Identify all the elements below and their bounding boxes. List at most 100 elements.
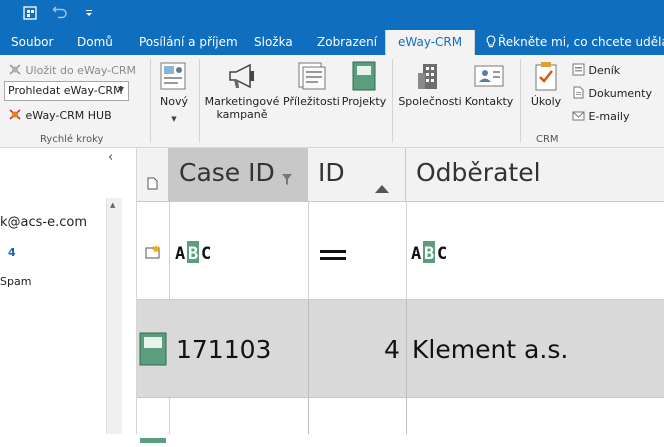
save-to-eway-label: Uložit do eWay-CRM — [25, 64, 136, 77]
customize-qat-icon[interactable] — [84, 8, 94, 21]
email-icon — [572, 109, 585, 125]
companies-label: Společnosti — [398, 95, 462, 108]
tell-me-box[interactable]: Řekněte mi, co chcete udělat... — [486, 35, 664, 51]
records-grid: Case ID ID Odběratel ABC ABC 171103 4 Kl… — [137, 148, 664, 443]
new-button[interactable]: Nový ▼ — [155, 61, 193, 126]
column-header-customer[interactable]: Odběratel — [406, 148, 664, 202]
document-icon — [147, 167, 158, 196]
chevron-down-icon: ▼ — [117, 85, 124, 94]
save-to-eway-button[interactable]: Uložit do eWay-CRM — [8, 63, 136, 79]
svg-text:C: C — [201, 244, 211, 264]
opportunities-label: Příležitosti — [283, 95, 340, 108]
ribbon-separator — [392, 59, 393, 143]
tasks-button[interactable]: Úkoly — [526, 61, 566, 108]
column-header-id[interactable]: ID — [308, 148, 406, 202]
marketing-campaigns-button[interactable]: Marketingové kampaně — [203, 61, 281, 121]
opportunities-icon — [295, 61, 327, 91]
search-eway-value: Prohledat eWay-CRM — [8, 84, 123, 97]
marketing-line1: Marketingové — [204, 95, 280, 108]
svg-text:B: B — [424, 244, 434, 264]
group-label-quick-steps: Rychlé kroky — [40, 134, 104, 145]
tab-domu[interactable]: Domů — [77, 35, 113, 49]
contacts-button[interactable]: Kontakty — [463, 61, 515, 108]
journal-label: Deník — [588, 64, 621, 77]
hub-icon — [8, 108, 22, 124]
ribbon-separator — [150, 59, 151, 143]
header-doc-column[interactable] — [137, 148, 169, 202]
account-email[interactable]: k@acs-e.com — [0, 215, 87, 230]
column-header-case-id[interactable]: Case ID — [169, 148, 308, 202]
collapse-pane-icon[interactable]: ‹ — [108, 150, 113, 165]
group-label-crm: CRM — [536, 134, 559, 145]
ribbon: Uložit do eWay-CRM Prohledat eWay-CRM ▼ … — [0, 55, 664, 148]
filter-customer-text-icon[interactable]: ABC — [411, 240, 451, 268]
svg-text:B: B — [188, 244, 198, 264]
svg-text:A: A — [175, 244, 185, 264]
app-icon[interactable] — [22, 5, 38, 25]
project-icon — [139, 332, 167, 370]
save-icon — [8, 63, 22, 79]
document-icon — [572, 86, 585, 102]
new-label: Nový — [160, 95, 188, 108]
svg-text:C: C — [437, 244, 447, 264]
documents-label: Dokumenty — [588, 87, 652, 100]
folder-pane: ‹ k@acs-e.com 4 Spam ▲ — [0, 148, 137, 434]
lightbulb-icon — [486, 35, 496, 51]
emails-label: E-maily — [588, 110, 630, 123]
eway-hub-button[interactable]: eWay-CRM HUB — [8, 108, 112, 124]
ribbon-separator — [520, 59, 521, 143]
grid-divider — [406, 300, 407, 434]
tab-zobrazeni[interactable]: Zobrazení — [317, 35, 377, 49]
emails-button[interactable]: E-maily — [572, 109, 630, 125]
search-eway-dropdown[interactable]: Prohledat eWay-CRM ▼ — [4, 81, 129, 101]
project-icon — [348, 61, 380, 91]
project-icon — [139, 428, 167, 447]
task-clipboard-icon — [530, 61, 562, 91]
tasks-label: Úkoly — [530, 95, 562, 108]
table-row[interactable]: 171103 4 Klement a.s. — [137, 300, 664, 398]
eway-hub-label: eWay-CRM HUB — [25, 109, 112, 122]
tab-slozka[interactable]: Složka — [254, 35, 293, 49]
contact-card-icon — [473, 61, 505, 91]
new-row-icon — [145, 244, 161, 263]
title-bar — [0, 0, 664, 30]
cell-case-id: 171103 — [176, 335, 272, 364]
tell-me-text: Řekněte mi, co chcete udělat... — [498, 35, 664, 49]
undo-icon[interactable] — [52, 5, 68, 25]
journal-icon — [572, 63, 585, 79]
building-icon — [414, 61, 446, 91]
cell-customer: Klement a.s. — [412, 335, 569, 364]
projects-button[interactable]: Projekty — [340, 61, 388, 108]
folder-scrollbar[interactable]: ▲ — [106, 198, 122, 434]
marketing-line2: kampaně — [216, 108, 268, 121]
id-header-label: ID — [318, 158, 345, 187]
tab-posilani-a-prijem[interactable]: Posílání a příjem — [139, 35, 238, 49]
sort-ascending-icon — [375, 170, 389, 199]
tab-eway-crm[interactable]: eWay-CRM — [385, 30, 476, 55]
filter-icon[interactable] — [281, 164, 293, 193]
cell-id: 4 — [384, 335, 400, 364]
marketing-campaigns-label: Marketingové kampaně — [203, 95, 281, 121]
companies-button[interactable]: Společnosti — [397, 61, 463, 108]
opportunities-button[interactable]: Příležitosti — [283, 61, 340, 108]
grid-divider — [308, 300, 309, 434]
folder-count: 4 — [8, 246, 16, 259]
documents-button[interactable]: Dokumenty — [572, 86, 652, 102]
folder-spam[interactable]: Spam — [0, 275, 31, 288]
ribbon-tabs: Soubor Domů Posílání a příjem Složka Zob… — [0, 30, 664, 55]
ribbon-separator — [199, 59, 200, 143]
filter-row — [137, 202, 664, 300]
filter-case-id-text-icon[interactable]: ABC — [175, 240, 215, 268]
svg-text:A: A — [411, 244, 421, 264]
projects-label: Projekty — [341, 95, 387, 108]
journal-button[interactable]: Deník — [572, 63, 620, 79]
filter-id-equals-icon[interactable] — [320, 246, 346, 265]
chevron-down-icon: ▼ — [171, 115, 177, 123]
customer-header-label: Odběratel — [416, 158, 541, 187]
contacts-label: Kontakty — [464, 95, 514, 108]
scroll-up-icon[interactable]: ▲ — [110, 201, 115, 209]
new-item-icon — [158, 61, 190, 91]
tab-soubor[interactable]: Soubor — [11, 35, 53, 49]
case-id-header-label: Case ID — [179, 158, 275, 187]
megaphone-icon — [226, 61, 258, 91]
